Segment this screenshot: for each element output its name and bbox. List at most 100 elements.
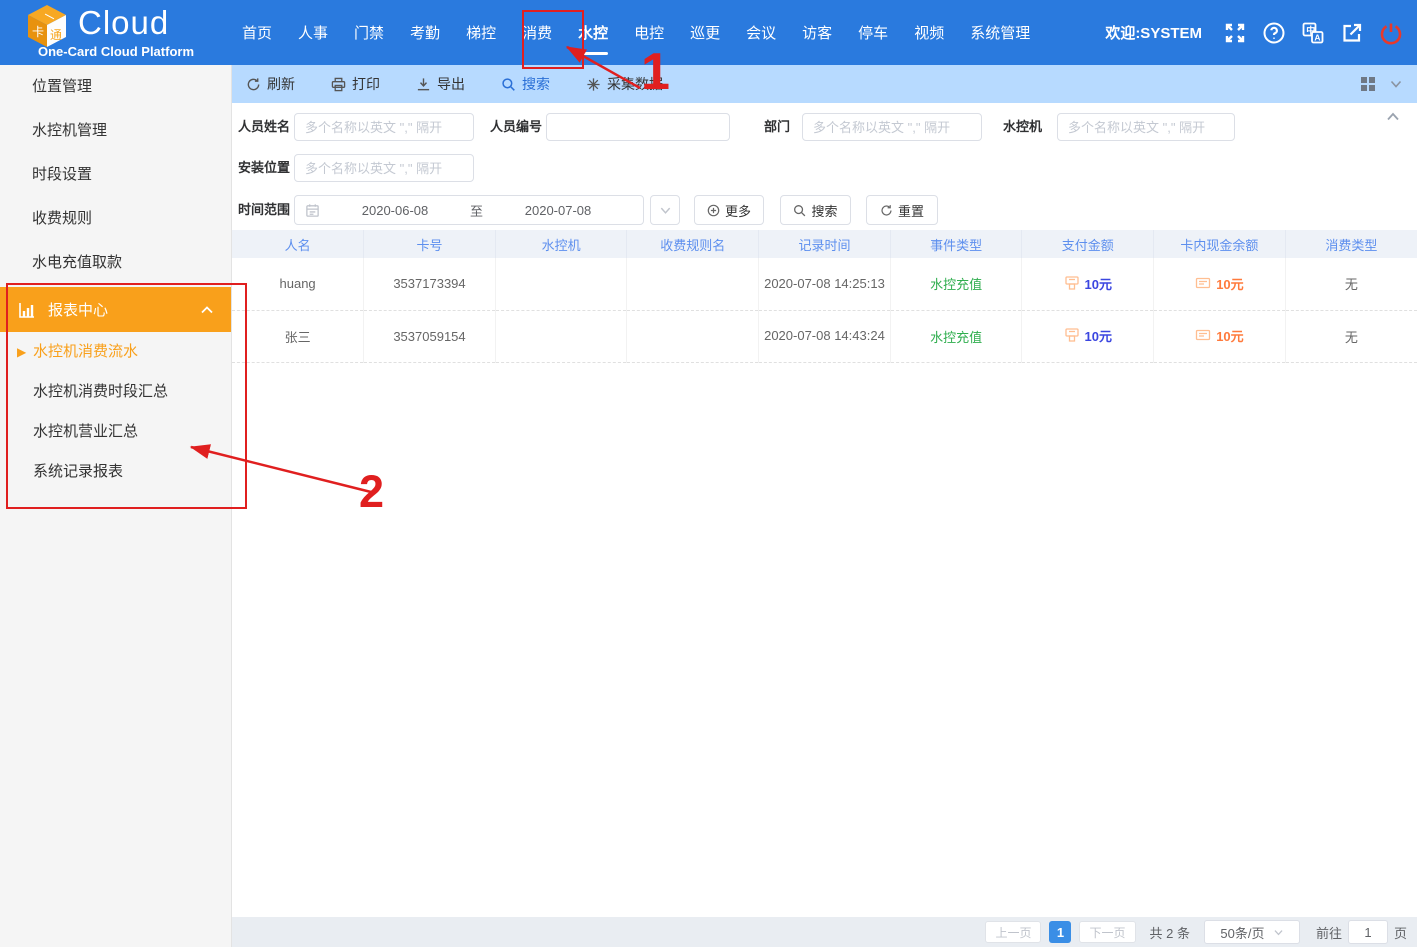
nav-item-consumption[interactable]: 消费 [520,16,554,49]
refresh-icon [246,77,261,92]
search-button[interactable]: 搜索 [780,195,851,225]
chevron-down-icon[interactable] [1389,77,1403,91]
sidebar-subitem-system-records[interactable]: 系统记录报表 [0,452,231,492]
table-row[interactable]: 张三 3537059154 2020-07-08 14:43:24 水控充值 1… [232,310,1417,362]
subitem-label: 水控机消费流水 [33,343,138,360]
nav-item-personnel[interactable]: 人事 [296,16,330,49]
cell-device [495,258,627,310]
nav-item-home[interactable]: 首页 [240,16,274,49]
sidebar-item-location-management[interactable]: 位置管理 [0,65,231,109]
sidebar-item-charge-rules[interactable]: 收费规则 [0,197,231,241]
department-input[interactable] [802,113,982,141]
collect-data-button[interactable]: 采集数据 [586,74,663,94]
filter-panel: 人员姓名 人员编号 部门 水控机 安装位置 时间范围 2020-06-08 至 … [232,103,1417,230]
column-header-pay[interactable]: 支付金额 [1022,230,1154,258]
reset-button[interactable]: 重置 [866,195,938,225]
cell-type: 无 [1285,258,1417,310]
collapse-panel-icon[interactable] [1385,109,1401,125]
chevron-down-icon [1273,927,1284,938]
column-header-card[interactable]: 卡号 [364,230,496,258]
more-button[interactable]: 更多 [694,195,764,225]
total-count: 共 2 条 [1150,923,1190,942]
nav-item-electric-control[interactable]: 电控 [632,16,666,49]
goto-page-input[interactable] [1348,920,1388,944]
page-number-button[interactable]: 1 [1049,921,1071,943]
cell-balance: 10元 [1154,310,1286,362]
card-icon [1195,275,1211,291]
calendar-icon [305,203,320,218]
grid-view-icon[interactable] [1361,77,1375,91]
water-device-label: 水控机 [992,113,1042,141]
cell-pay: 10元 [1022,258,1154,310]
sidebar-subitem-consumption-period-summary[interactable]: 水控机消费时段汇总 [0,372,231,412]
cell-type: 无 [1285,310,1417,362]
nav-item-visitor[interactable]: 访客 [800,16,834,49]
department-label: 部门 [732,113,790,141]
nav-item-system-management[interactable]: 系统管理 [968,16,1032,49]
cell-rule [627,258,759,310]
refresh-button[interactable]: 刷新 [246,74,295,94]
records-table: 人名 卡号 水控机 收费规则名 记录时间 事件类型 支付金额 卡内现金余额 消费… [232,230,1417,363]
search-icon [501,77,516,92]
export-icon [416,77,431,92]
print-button[interactable]: 打印 [331,74,380,94]
sidebar-item-time-period-settings[interactable]: 时段设置 [0,153,231,197]
end-date-value[interactable]: 2020-07-08 [483,203,633,218]
column-header-rule[interactable]: 收费规则名 [627,230,759,258]
fullscreen-icon[interactable] [1223,21,1247,45]
recharge-machine-icon [1064,275,1080,291]
table-row[interactable]: huang 3537173394 2020-07-08 14:25:13 水控充… [232,258,1417,310]
nav-item-patrol[interactable]: 巡更 [688,16,722,49]
translate-icon[interactable]: 中 A [1301,21,1325,45]
nav-item-meeting[interactable]: 会议 [744,16,778,49]
person-name-input[interactable] [294,113,474,141]
column-header-device[interactable]: 水控机 [495,230,627,258]
external-link-icon[interactable] [1340,21,1364,45]
toolbar-search-button[interactable]: 搜索 [501,74,550,94]
page-size-select[interactable]: 50条/页 [1204,920,1300,944]
column-header-time[interactable]: 记录时间 [759,230,891,258]
search-icon [793,204,806,217]
prev-page-button[interactable]: 上一页 [985,921,1041,943]
cell-event: 水控充值 [890,258,1022,310]
cell-device [495,310,627,362]
person-no-input[interactable] [546,113,730,141]
start-date-value[interactable]: 2020-06-08 [320,203,470,218]
sidebar-subitem-consumption-flow[interactable]: ▶ 水控机消费流水 [0,332,231,372]
brand-name: Cloud [78,4,169,42]
install-location-input[interactable] [294,154,474,182]
logo-cube-icon: 一 卡 通 [24,3,70,49]
column-header-type[interactable]: 消费类型 [1285,230,1417,258]
nav-item-water-control[interactable]: 水控 [576,16,610,49]
report-center-label: 报表中心 [48,299,199,320]
page-size-value: 50条/页 [1220,923,1264,942]
cell-pay: 10元 [1022,310,1154,362]
nav-item-access-control[interactable]: 门禁 [352,16,386,49]
power-icon[interactable] [1379,21,1403,45]
date-range-picker[interactable]: 2020-06-08 至 2020-07-08 [294,195,644,225]
column-header-balance[interactable]: 卡内现金余额 [1154,230,1286,258]
toolbar-right [1361,65,1403,103]
next-page-button[interactable]: 下一页 [1079,921,1135,943]
water-device-input[interactable] [1057,113,1235,141]
sidebar-subitem-business-summary[interactable]: 水控机营业汇总 [0,412,231,452]
sidebar-item-recharge-withdraw[interactable]: 水电充值取款 [0,241,231,285]
cell-time: 2020-07-08 14:43:24 [759,310,891,362]
help-icon[interactable] [1262,21,1286,45]
subitem-label: 系统记录报表 [33,463,123,480]
nav-item-elevator[interactable]: 梯控 [464,16,498,49]
export-button[interactable]: 导出 [416,74,465,94]
card-icon [1195,327,1211,343]
nav-item-video[interactable]: 视频 [912,16,946,49]
column-header-name[interactable]: 人名 [232,230,364,258]
nav-item-parking[interactable]: 停车 [856,16,890,49]
sidebar-item-water-device-management[interactable]: 水控机管理 [0,109,231,153]
column-header-event[interactable]: 事件类型 [890,230,1022,258]
date-options-button[interactable] [650,195,680,225]
nav-item-attendance[interactable]: 考勤 [408,16,442,49]
time-range-label: 时间范围 [234,195,290,225]
sidebar-item-report-center[interactable]: 报表中心 [0,287,231,332]
goto-label: 前往 [1316,923,1342,942]
svg-text:A: A [1314,32,1320,42]
collect-data-icon [586,77,601,92]
